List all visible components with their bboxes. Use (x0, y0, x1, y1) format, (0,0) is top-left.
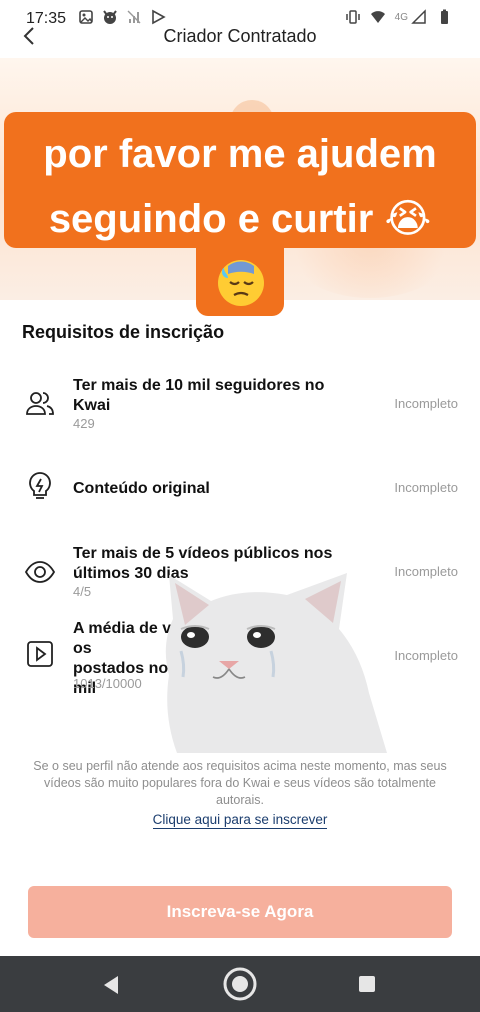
requirement-status: Incompleto (394, 648, 458, 663)
overlay-text-line2-text: seguindo e curtir (48, 197, 374, 241)
requirement-progress: 4/5 (73, 584, 92, 599)
requirement-text: Ter mais de 10 mil seguidores no Kwai (73, 377, 325, 414)
nav-back-icon[interactable] (100, 974, 122, 996)
nav-recents-icon[interactable] (358, 975, 376, 993)
lightbulb-icon (29, 472, 51, 499)
subscribe-link[interactable]: Clique aqui para se inscrever (152, 812, 328, 829)
crying-emoji: 😭 (384, 196, 432, 242)
subscribe-now-button[interactable]: Inscreva-se Agora (28, 886, 452, 938)
overlay-text-line1: por favor me ajudem (43, 132, 437, 176)
requirement-progress: 1013/10000 (73, 676, 142, 691)
requirements-title: Requisitos de inscrição (22, 322, 225, 342)
requirement-text: Conteúdo original (73, 480, 210, 497)
page-title: Criador Contratado (163, 26, 317, 46)
nav-home-icon[interactable] (222, 966, 258, 1002)
requirement-progress: 429 (73, 416, 95, 431)
system-nav-bar (0, 956, 480, 1012)
play-icon (27, 641, 53, 667)
users-icon (26, 392, 54, 415)
info-note: Se o seu perfil não atende aos requisito… (33, 759, 447, 807)
crying-cat-sticker (165, 573, 387, 753)
requirement-status: Incompleto (394, 564, 458, 579)
overlay-text-line2: seguindo e curtir 😭 (4, 196, 476, 242)
header: Criador Contratado (0, 18, 480, 54)
requirement-status: Incompleto (394, 480, 458, 495)
requirement-status: Incompleto (394, 396, 458, 411)
subscribe-link-container: Clique aqui para se inscrever (0, 812, 480, 829)
sad-sweat-face-icon (218, 260, 264, 306)
eye-icon (24, 561, 56, 583)
